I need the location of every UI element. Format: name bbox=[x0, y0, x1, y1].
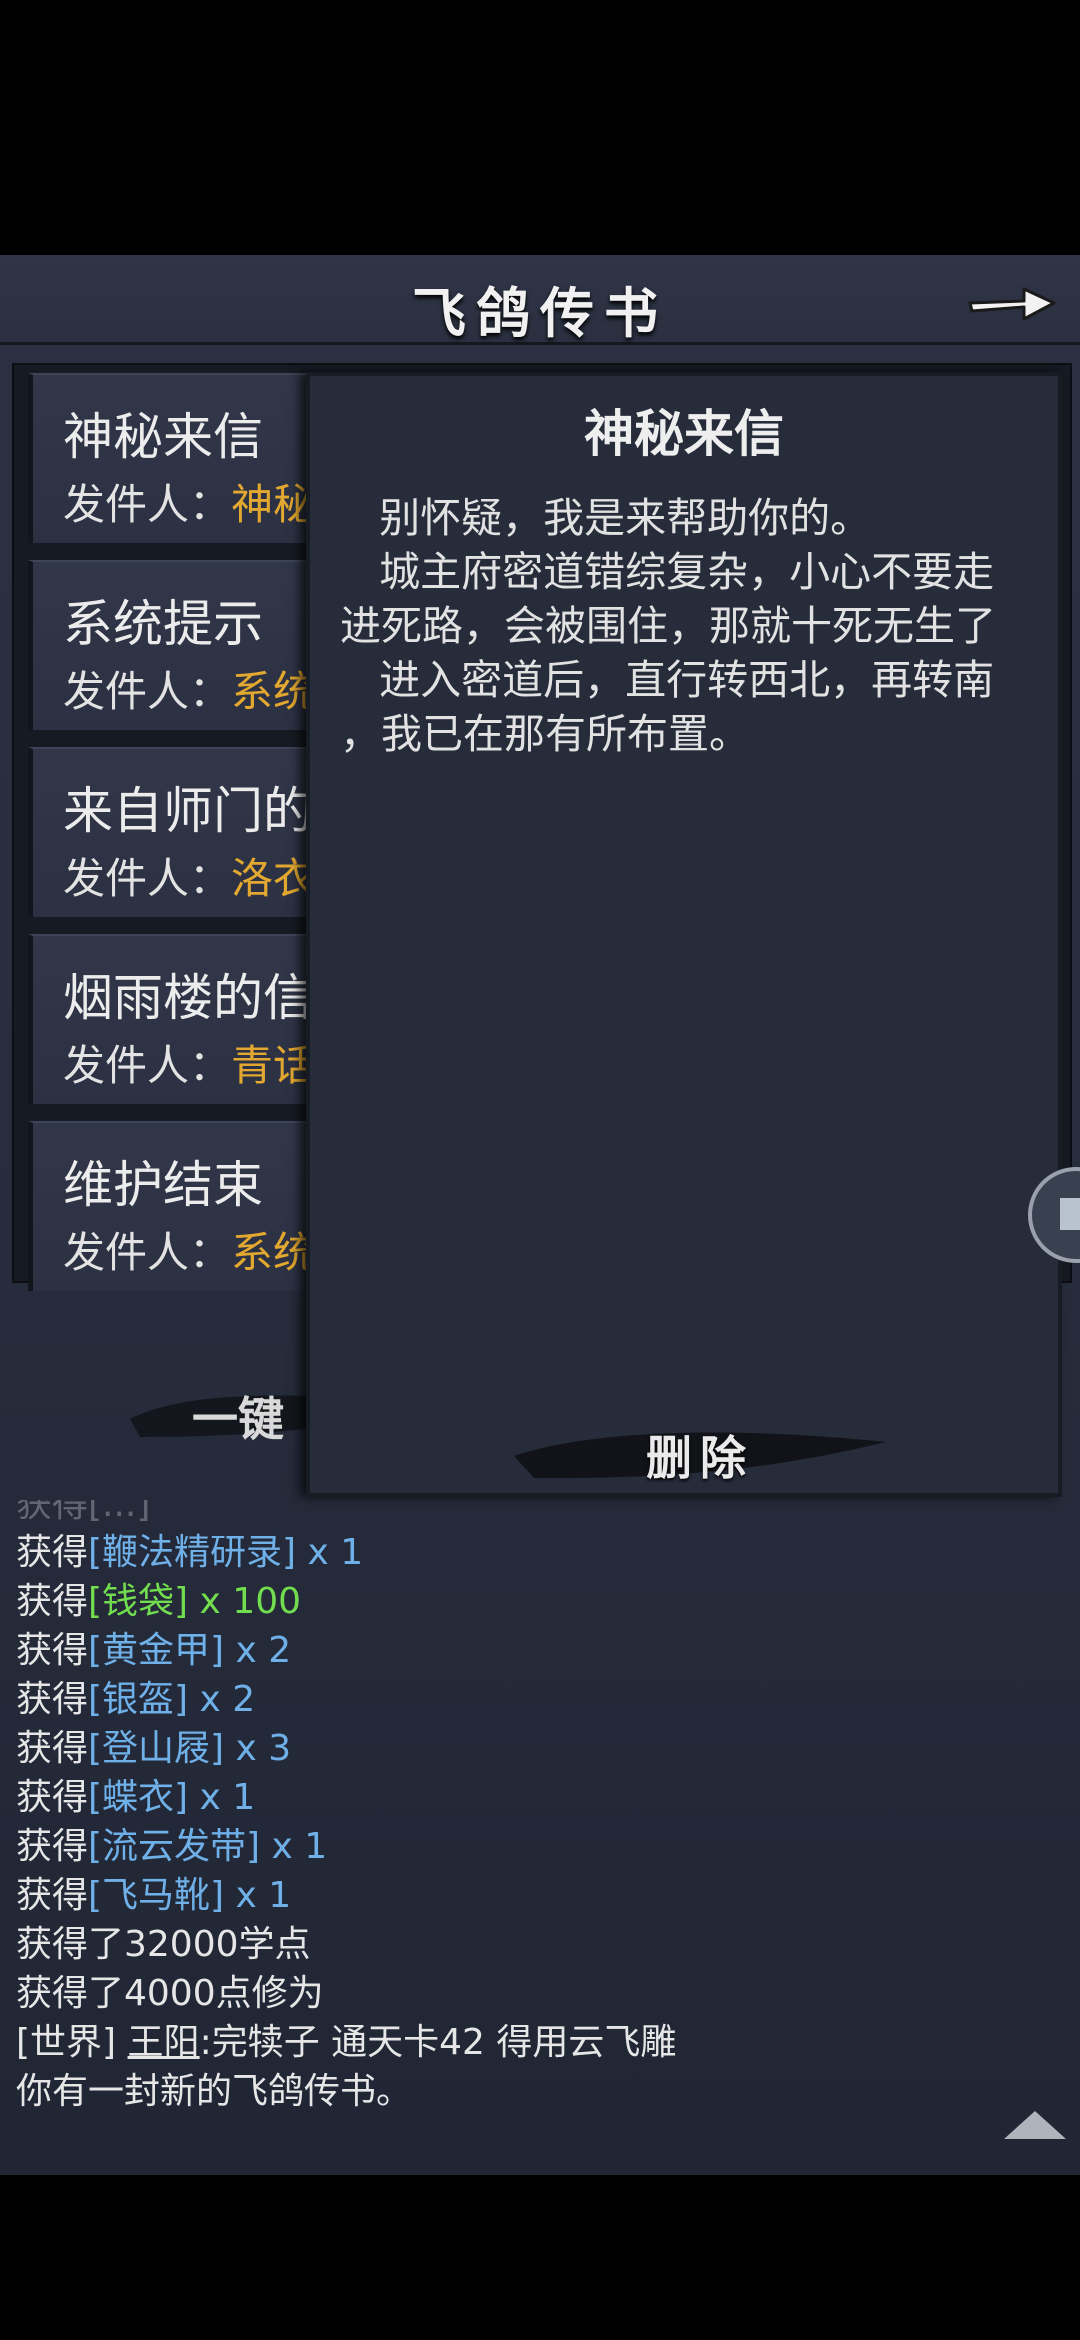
mail-item[interactable]: 来自师门的 发件人：洛衣 bbox=[28, 747, 328, 917]
sender-name: 系统 bbox=[231, 667, 316, 716]
item-quantity: x 1 bbox=[296, 1532, 364, 1573]
item-quantity: x 100 bbox=[188, 1581, 302, 1622]
chat-prefix: 获得 bbox=[16, 1777, 89, 1818]
mail-sender: 发件人：系统 bbox=[63, 658, 315, 719]
mail-subject: 系统提示 bbox=[63, 595, 263, 653]
mail-sender: 发件人：洛衣 bbox=[63, 845, 315, 906]
letter-line: 别怀疑，我是来帮助你的。 bbox=[340, 494, 872, 542]
chat-message: :完犊子 通天卡42 得用云飞雕 bbox=[199, 2022, 677, 2063]
mail-item[interactable]: 烟雨楼的信 发件人：青话 bbox=[28, 934, 328, 1104]
chat-line: 获得[鞭法精研录] x 1 bbox=[16, 1530, 363, 1576]
letter-line: 进入密道后，直行转西北，再转南 bbox=[340, 656, 995, 704]
sender-name: 系统 bbox=[231, 1228, 316, 1277]
world-chat-line: [世界] 王阳:完犊子 通天卡42 得用云飞雕 bbox=[16, 2020, 676, 2066]
mail-sender: 发件人：神秘 bbox=[63, 471, 315, 532]
letter-line: 城主府密道错综复杂，小心不要走 bbox=[340, 548, 995, 596]
item-quantity: x 2 bbox=[188, 1679, 256, 1720]
mail-sender: 发件人：青话 bbox=[63, 1032, 315, 1093]
sender-label: 发件人： bbox=[63, 1041, 232, 1090]
world-tag: [世界] bbox=[16, 2022, 117, 2063]
xp-line: 获得了32000学点 bbox=[16, 1924, 311, 1965]
chat-line: 获得[登山屐] x 3 bbox=[16, 1726, 291, 1772]
chat-line-partial: 获得[...] bbox=[16, 1500, 151, 1525]
system-notice-line: 你有一封新的飞鸽传书。 bbox=[16, 2071, 413, 2112]
delete-label: 删除 bbox=[646, 1431, 754, 1485]
item-quantity: x 2 bbox=[224, 1630, 292, 1671]
chat-line: 获得[黄金甲] x 2 bbox=[16, 1628, 291, 1674]
sender-name: 青话 bbox=[231, 1041, 316, 1090]
mail-subject: 来自师门的 bbox=[63, 782, 313, 840]
mail-subject: 神秘来信 bbox=[63, 408, 263, 466]
item-link[interactable]: [登山屐] bbox=[88, 1728, 224, 1769]
read-all-label: 一键 bbox=[192, 1392, 284, 1446]
chat-log[interactable]: 获得[...] 获得[鞭法精研录] x 1 获得[钱袋] x 100 获得[黄金… bbox=[0, 1500, 1080, 2175]
letter-title: 神秘来信 bbox=[584, 404, 784, 463]
page-title: 飞鸽传书 bbox=[412, 281, 668, 345]
delete-button[interactable]: 删除 bbox=[510, 1416, 890, 1488]
item-quantity: x 1 bbox=[188, 1777, 256, 1818]
cultivation-line: 获得了4000点修为 bbox=[16, 1973, 324, 2014]
letter-line: ，我已在那有所布置。 bbox=[340, 710, 750, 758]
chat-prefix: 获得 bbox=[16, 1630, 89, 1671]
chat-prefix: 获得 bbox=[16, 1679, 89, 1720]
back-arrow-icon[interactable] bbox=[962, 267, 1062, 337]
item-link[interactable]: [黄金甲] bbox=[88, 1630, 224, 1671]
chat-prefix: 获得 bbox=[16, 1728, 89, 1769]
mail-item[interactable]: 系统提示 发件人：系统 bbox=[28, 560, 328, 730]
chat-line: 获得[钱袋] x 100 bbox=[16, 1579, 301, 1625]
side-medallion-icon[interactable] bbox=[1024, 1160, 1080, 1270]
sender-label: 发件人： bbox=[63, 667, 232, 716]
chat-line: 获得[银盔] x 2 bbox=[16, 1677, 255, 1723]
chat-username[interactable]: 王阳 bbox=[128, 2022, 200, 2063]
sender-name: 洛衣 bbox=[231, 854, 316, 903]
chat-line: 获得[蝶衣] x 1 bbox=[16, 1775, 255, 1821]
mail-item[interactable]: 神秘来信 发件人：神秘 bbox=[28, 373, 328, 543]
sender-label: 发件人： bbox=[63, 854, 232, 903]
item-link[interactable]: [飞马靴] bbox=[88, 1875, 224, 1916]
chat-prefix: 获得 bbox=[16, 1532, 89, 1573]
sender-name: 神秘 bbox=[231, 480, 316, 529]
item-quantity: x 1 bbox=[260, 1826, 328, 1867]
letter-body: 别怀疑，我是来帮助你的。 城主府密道错综复杂，小心不要走 进死路，会被围住，那就… bbox=[340, 491, 1036, 761]
item-quantity: x 1 bbox=[224, 1875, 292, 1916]
sender-label: 发件人： bbox=[63, 1228, 232, 1277]
chat-prefix: 获得 bbox=[16, 1581, 89, 1622]
mail-subject: 烟雨楼的信 bbox=[63, 969, 313, 1027]
item-link[interactable]: [钱袋] bbox=[88, 1581, 188, 1622]
chat-line: 获得[飞马靴] x 1 bbox=[16, 1873, 291, 1919]
chat-line: 获得[流云发带] x 1 bbox=[16, 1824, 327, 1870]
item-link[interactable]: [银盔] bbox=[88, 1679, 188, 1720]
scroll-up-icon[interactable] bbox=[1000, 2105, 1070, 2145]
letter-line: 进死路，会被围住，那就十死无生了 bbox=[340, 602, 996, 650]
item-link[interactable]: [流云发带] bbox=[88, 1826, 260, 1867]
mail-sender: 发件人：系统 bbox=[63, 1219, 315, 1280]
letter-detail-panel: 神秘来信 别怀疑，我是来帮助你的。 城主府密道错综复杂，小心不要走 进死路，会被… bbox=[306, 372, 1062, 1497]
sender-label: 发件人： bbox=[63, 480, 232, 529]
header-bar: 飞鸽传书 bbox=[0, 255, 1080, 345]
mail-screen: 飞鸽传书 神秘来信 发件人：神秘 系统提示 发件人：系统 来自师门的 发件人：洛… bbox=[0, 255, 1080, 2175]
mail-item[interactable]: 维护结束 发件人：系统 bbox=[28, 1121, 328, 1291]
mail-subject: 维护结束 bbox=[63, 1156, 263, 1214]
chat-prefix: 获得 bbox=[16, 1875, 89, 1916]
item-link[interactable]: [蝶衣] bbox=[88, 1777, 188, 1818]
item-link[interactable]: [鞭法精研录] bbox=[88, 1532, 296, 1573]
item-quantity: x 3 bbox=[224, 1728, 292, 1769]
chat-prefix: 获得 bbox=[16, 1826, 89, 1867]
